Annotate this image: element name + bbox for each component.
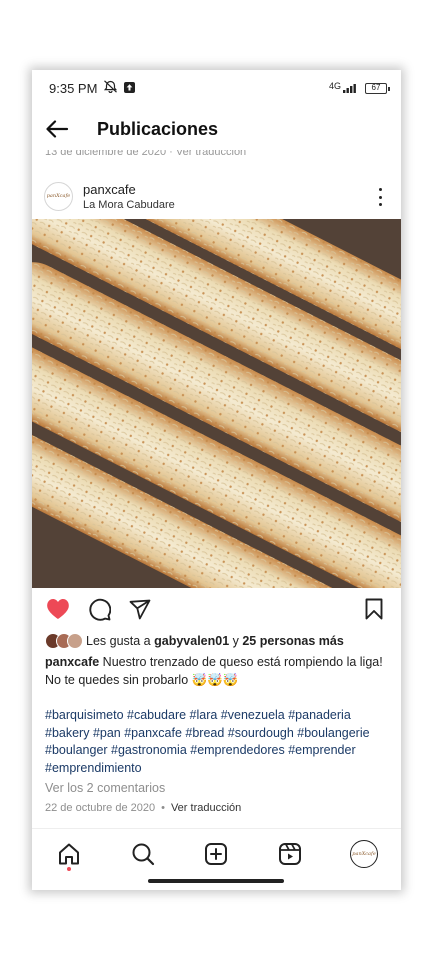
previous-post-meta: 13 de diciembre de 2020 · Ver traducción (45, 150, 247, 158)
post-username[interactable]: panxcafe (83, 182, 175, 197)
caption-username[interactable]: panxcafe (45, 655, 99, 669)
nav-home[interactable] (51, 836, 87, 872)
battery-icon: 67 (365, 82, 390, 94)
like-heart-icon[interactable] (45, 596, 71, 622)
nav-reels[interactable] (272, 836, 308, 872)
signal-icon (343, 82, 359, 95)
profile-avatar-logo-text: panXcafe (352, 850, 376, 857)
likes-summary[interactable]: Les gusta a gabyvalen01 y 25 personas má… (45, 632, 344, 650)
comment-icon[interactable] (86, 596, 112, 622)
post-date: 22 de octubre de 2020 (45, 802, 156, 814)
post-avatar[interactable]: panXcafe (44, 181, 73, 211)
home-indicator-bar[interactable] (148, 879, 284, 883)
share-send-icon[interactable] (127, 596, 153, 622)
liker-avatar (67, 633, 83, 649)
search-icon (131, 842, 155, 866)
view-comments-link[interactable]: Ver los 2 comentarios (45, 781, 165, 795)
post-caption: panxcafe Nuestro trenzado de queso está … (45, 654, 390, 689)
upload-notification-icon (124, 81, 136, 96)
post-location[interactable]: La Mora Cabudare (83, 199, 175, 211)
home-icon (57, 842, 81, 866)
add-post-icon (204, 842, 228, 866)
more-options-icon[interactable] (377, 188, 383, 206)
likes-others[interactable]: 25 personas más (242, 634, 343, 648)
bottom-navigation: panXcafe (32, 828, 401, 878)
mute-icon (103, 80, 118, 96)
reels-icon (278, 842, 302, 866)
profile-avatar: panXcafe (350, 839, 379, 868)
likes-prefix: Les gusta a (86, 634, 155, 648)
post-meta: 22 de octubre de 2020 • Ver traducción (45, 802, 241, 814)
network-type: 4G (328, 80, 341, 91)
nav-create[interactable] (198, 836, 234, 872)
post-header: panXcafe panxcafe La Mora Cabudare (32, 174, 401, 218)
phone-screen: 9:35 PM 4G 67 Publicaciones 13 de diciem… (32, 70, 401, 890)
battery-level: 67 (371, 83, 381, 92)
status-time: 9:35 PM (49, 80, 98, 96)
avatar-logo-text: panXcafe (46, 193, 71, 199)
nav-profile[interactable]: panXcafe (346, 836, 382, 872)
meta-separator: • (161, 802, 165, 814)
post-actions (32, 592, 401, 626)
liker-avatars (45, 633, 83, 649)
likes-user[interactable]: gabyvalen01 (154, 634, 229, 648)
nav-search[interactable] (125, 836, 161, 872)
page-title: Publicaciones (97, 118, 219, 139)
cheese-breadsticks-image (32, 219, 401, 588)
bookmark-icon[interactable] (361, 596, 387, 622)
status-bar: 9:35 PM 4G 67 (32, 70, 401, 106)
back-arrow-icon[interactable] (45, 120, 69, 138)
likes-connector: y (229, 634, 243, 648)
post-hashtags[interactable]: #barquisimeto #cabudare #lara #venezuela… (45, 707, 390, 777)
translate-link[interactable]: Ver traducción (171, 802, 241, 814)
home-notification-dot (66, 866, 71, 871)
top-bar: Publicaciones (32, 106, 401, 152)
post-photo[interactable] (32, 219, 401, 588)
